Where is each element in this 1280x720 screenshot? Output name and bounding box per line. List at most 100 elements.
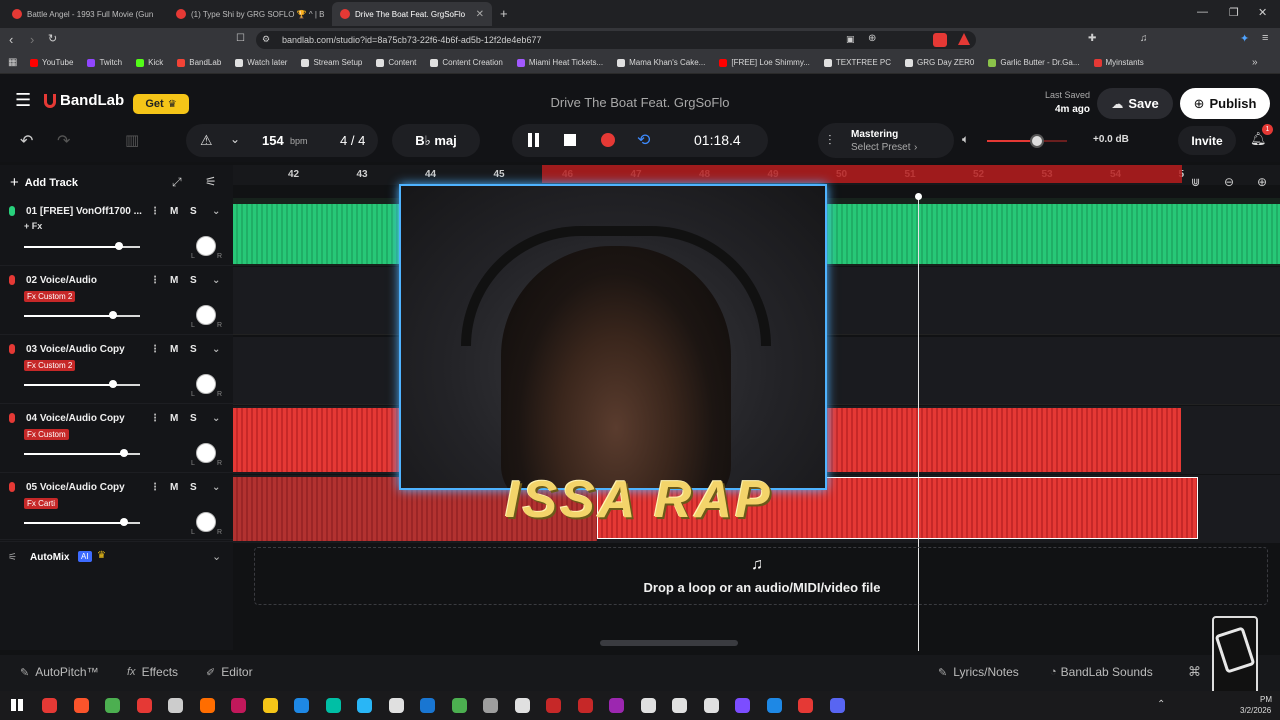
time-signature[interactable]: 4 / 4 xyxy=(340,133,365,148)
track-volume-knob[interactable] xyxy=(119,449,128,457)
windows-start-icon[interactable] xyxy=(11,699,23,711)
piano-icon[interactable]: ▥ xyxy=(125,131,139,149)
drop-zone[interactable]: ♫ Drop a loop or an audio/MIDI/video fil… xyxy=(254,547,1268,605)
tray-chevron-icon[interactable]: ⌃ xyxy=(1157,699,1165,710)
app-icon[interactable] xyxy=(546,698,561,713)
publish-button[interactable]: ⊕ Publish xyxy=(1180,88,1270,119)
keyboard-shortcut-icon[interactable]: ⌘ xyxy=(1188,664,1201,680)
browser-tab[interactable]: (1) Type Shi by GRG SOFLO 🏆 ^ | B xyxy=(168,2,328,26)
pan-knob[interactable] xyxy=(196,512,216,532)
steam-icon[interactable] xyxy=(420,698,435,713)
instagram-icon[interactable] xyxy=(231,698,246,713)
bookmark-item[interactable]: Watch later xyxy=(235,58,287,67)
close-window-icon[interactable]: ✕ xyxy=(1258,6,1267,19)
lyrics-notes-button[interactable]: ✎ Lyrics/Notes xyxy=(938,665,1019,679)
app-icon[interactable] xyxy=(672,698,687,713)
automation-icon[interactable]: ⤢ xyxy=(172,175,182,190)
app-icon[interactable] xyxy=(703,698,719,713)
track-header[interactable]: 02 Voice/Audio Fx Custom 2 ⋮ M S ⌄ L R xyxy=(0,267,233,335)
invite-button[interactable]: Invite xyxy=(1178,126,1236,155)
chevron-down-icon[interactable]: ⌄ xyxy=(212,206,220,217)
app-icon[interactable] xyxy=(609,698,624,713)
vpn-icon[interactable]: ✦ xyxy=(1240,32,1249,45)
add-track-button[interactable]: + Add Track xyxy=(10,174,78,191)
brave-shield-icon[interactable] xyxy=(933,33,947,47)
pan-knob[interactable] xyxy=(196,305,216,325)
app-icon[interactable] xyxy=(483,698,498,713)
chevron-down-icon[interactable]: ⌄ xyxy=(212,482,220,493)
redo-icon[interactable]: ↷ xyxy=(57,131,70,151)
media-icon[interactable]: ♫ xyxy=(1140,33,1148,44)
master-volume-slider[interactable] xyxy=(987,134,1067,148)
apps-grid-icon[interactable]: ▦ xyxy=(8,57,17,68)
track-volume-slider[interactable] xyxy=(24,315,140,317)
maximize-icon[interactable]: ❐ xyxy=(1229,6,1239,19)
menu-icon[interactable]: ≡ xyxy=(1262,32,1268,44)
track-volume-slider[interactable] xyxy=(24,384,140,386)
browser-icon[interactable] xyxy=(325,698,341,713)
track-fx-button[interactable]: Fx Custom xyxy=(24,429,69,440)
app-icon[interactable] xyxy=(640,698,656,713)
app-icon[interactable] xyxy=(451,698,467,713)
speaker-icon[interactable]: 🔈︎ xyxy=(962,132,969,147)
mute-button[interactable]: M xyxy=(170,206,178,217)
pan-knob[interactable] xyxy=(196,443,216,463)
chevron-down-icon[interactable]: ⌄ xyxy=(212,344,220,355)
mute-button[interactable]: M xyxy=(170,413,178,424)
master-volume-knob[interactable] xyxy=(1030,134,1045,148)
track-volume-knob[interactable] xyxy=(119,518,128,526)
opera-icon[interactable] xyxy=(42,698,57,713)
bookmark-item[interactable]: Mama Khan's Cake... xyxy=(617,58,705,67)
editor-button[interactable]: ✐ Editor xyxy=(206,665,253,679)
project-title[interactable]: Drive The Boat Feat. GrgSoFlo xyxy=(440,95,840,110)
app-icon[interactable] xyxy=(514,698,530,713)
translate-icon[interactable]: ▣ xyxy=(846,34,855,45)
pan-knob[interactable] xyxy=(196,236,216,256)
more-options-icon[interactable]: ⋮ xyxy=(150,344,160,355)
bookmark-icon[interactable]: ☐ xyxy=(236,33,245,44)
horizontal-scrollbar[interactable] xyxy=(600,640,738,646)
track-header[interactable]: 03 Voice/Audio Copy Fx Custom 2 ⋮ M S ⌄ … xyxy=(0,336,233,404)
extensions-icon[interactable]: ✚ xyxy=(1088,33,1096,44)
chrome-icon[interactable] xyxy=(105,698,120,713)
solo-button[interactable]: S xyxy=(190,275,197,286)
bookmark-item[interactable]: Content xyxy=(376,58,416,67)
track-fx-button[interactable]: Fx Custom 2 xyxy=(24,360,76,371)
save-button[interactable]: ☁ Save xyxy=(1097,88,1173,119)
chevron-down-icon[interactable]: ⌄ xyxy=(212,550,221,563)
playhead-handle[interactable] xyxy=(915,193,922,200)
bookmark-item[interactable]: BandLab xyxy=(177,58,221,67)
automix-row[interactable]: ⚟ AutoMix AI ♛ ⌄ xyxy=(0,539,233,575)
metronome-icon[interactable]: ⚠ xyxy=(200,132,213,149)
track-fx-button[interactable]: + Fx xyxy=(24,221,42,231)
forward-icon[interactable]: › xyxy=(30,32,34,47)
track-header[interactable]: 04 Voice/Audio Copy Fx Custom ⋮ M S ⌄ L … xyxy=(0,405,233,473)
brave-icon[interactable] xyxy=(73,698,89,713)
track-volume-knob[interactable] xyxy=(115,242,124,250)
bookmark-item[interactable]: Myinstants xyxy=(1093,58,1144,67)
record-icon[interactable] xyxy=(601,133,615,147)
new-tab-icon[interactable]: + xyxy=(500,6,508,21)
chevron-down-icon[interactable]: ⌄ xyxy=(230,132,240,146)
bookmark-item[interactable]: Kick xyxy=(136,58,163,67)
back-icon[interactable]: ‹ xyxy=(9,32,13,47)
mastering-button[interactable]: ⫶ Mastering Select Preset › xyxy=(818,123,954,158)
bookmark-item[interactable]: Twitch xyxy=(87,58,122,67)
microphone-icon[interactable] xyxy=(9,344,15,354)
track-volume-knob[interactable] xyxy=(109,380,118,388)
app-icon[interactable] xyxy=(136,698,152,713)
track-fx-button[interactable]: Fx Carti xyxy=(24,498,58,509)
microphone-icon[interactable] xyxy=(9,413,15,423)
mute-button[interactable]: M xyxy=(170,275,178,286)
loop-region[interactable] xyxy=(542,165,1182,183)
browser-tab[interactable]: Battle Angel - 1993 Full Movie (Gun xyxy=(4,2,164,26)
bookmark-item[interactable]: TEXTFREE PC xyxy=(823,58,891,67)
discord-icon[interactable] xyxy=(829,698,845,713)
more-options-icon[interactable]: ⋮ xyxy=(150,413,160,424)
track-name[interactable]: 02 Voice/Audio xyxy=(26,275,97,286)
stop-icon[interactable] xyxy=(564,134,576,146)
site-info-icon[interactable]: ⚙ xyxy=(262,34,270,45)
track-fx-button[interactable]: Fx Custom 2 xyxy=(24,291,76,302)
track-name[interactable]: 05 Voice/Audio Copy xyxy=(26,482,125,493)
mute-button[interactable]: M xyxy=(170,482,178,493)
